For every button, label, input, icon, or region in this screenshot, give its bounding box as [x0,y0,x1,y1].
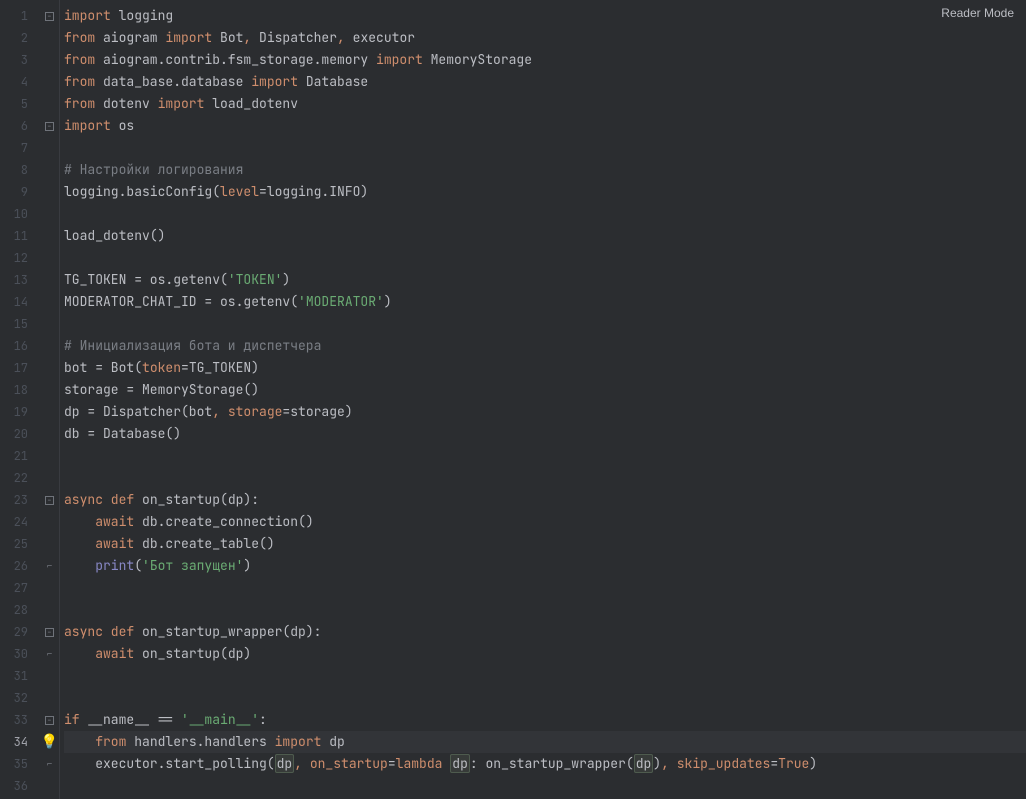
line-number: 5 [0,93,40,115]
line-number: 11 [0,225,40,247]
code-line[interactable]: db = Database() [64,423,1026,445]
code-line[interactable]: print('Бот запущен') [64,555,1026,577]
code-line[interactable]: # Инициализация бота и диспетчера [64,335,1026,357]
code-line[interactable]: executor.start_polling(dp, on_startup=la… [64,753,1026,775]
line-number: 17 [0,357,40,379]
line-number: 24 [0,511,40,533]
code-line[interactable] [64,247,1026,269]
line-number: 20 [0,423,40,445]
intention-bulb-icon[interactable]: 💡 [41,733,58,751]
line-number: 25 [0,533,40,555]
line-number: 4 [0,71,40,93]
line-number: 14 [0,291,40,313]
line-number: 33 [0,709,40,731]
code-line[interactable] [64,775,1026,797]
code-line[interactable]: async def on_startup(dp): [64,489,1026,511]
code-line[interactable] [64,313,1026,335]
line-number: 29 [0,621,40,643]
code-line[interactable]: bot = Bot(token=TG_TOKEN) [64,357,1026,379]
line-number: 16 [0,335,40,357]
code-line[interactable]: if __name__ == '__main__': [64,709,1026,731]
code-line[interactable]: from aiogram import Bot, Dispatcher, exe… [64,27,1026,49]
code-line[interactable]: from aiogram.contrib.fsm_storage.memory … [64,49,1026,71]
code-editor[interactable]: 1 2 3 4 5 6 7 8 9 10 11 12 13 14 15 16 1… [0,0,1026,799]
code-line[interactable]: storage = MemoryStorage() [64,379,1026,401]
fold-marker-close[interactable]: ⌐ [40,753,59,775]
code-line[interactable]: dp = Dispatcher(bot, storage=storage) [64,401,1026,423]
code-line[interactable]: async def on_startup_wrapper(dp): [64,621,1026,643]
code-line[interactable]: from handlers.handlers import dp [64,731,1026,753]
code-line[interactable] [64,445,1026,467]
line-number: 22 [0,467,40,489]
line-number: 35 [0,753,40,775]
line-number: 3 [0,49,40,71]
code-line[interactable] [64,665,1026,687]
code-line[interactable]: import os [64,115,1026,137]
line-number: 6 [0,115,40,137]
code-line[interactable]: MODERATOR_CHAT_ID = os.getenv('MODERATOR… [64,291,1026,313]
line-number: 32 [0,687,40,709]
line-number: 12 [0,247,40,269]
line-number: 30 [0,643,40,665]
fold-marker-close[interactable]: ⌐ [40,643,59,665]
fold-marker[interactable]: − [40,709,59,731]
code-line[interactable]: import logging [64,5,1026,27]
code-line[interactable]: from dotenv import load_dotenv [64,93,1026,115]
fold-marker[interactable]: − [40,115,59,137]
code-line[interactable] [64,467,1026,489]
line-number: 9 [0,181,40,203]
code-line[interactable]: await on_startup(dp) [64,643,1026,665]
line-number: 15 [0,313,40,335]
code-line[interactable] [64,599,1026,621]
code-line[interactable]: await db.create_connection() [64,511,1026,533]
code-line[interactable]: # Настройки логирования [64,159,1026,181]
line-number: 19 [0,401,40,423]
line-number: 28 [0,599,40,621]
code-line[interactable] [64,577,1026,599]
line-number: 7 [0,137,40,159]
line-number: 36 [0,775,40,797]
reader-mode-label[interactable]: Reader Mode [941,6,1014,20]
code-line[interactable]: TG_TOKEN = os.getenv('TOKEN') [64,269,1026,291]
line-number: 31 [0,665,40,687]
fold-marker[interactable]: − [40,5,59,27]
line-number: 1 [0,5,40,27]
fold-marker[interactable]: − [40,621,59,643]
code-line[interactable]: logging.basicConfig(level=logging.INFO) [64,181,1026,203]
fold-column: − − − ⌐ − ⌐ − 💡 ⌐ [40,0,60,799]
line-number: 8 [0,159,40,181]
fold-marker[interactable]: − [40,489,59,511]
line-number: 21 [0,445,40,467]
line-number: 26 [0,555,40,577]
code-line[interactable] [64,137,1026,159]
code-line[interactable]: load_dotenv() [64,225,1026,247]
line-number: 10 [0,203,40,225]
code-line[interactable] [64,203,1026,225]
line-number: 27 [0,577,40,599]
code-line[interactable]: await db.create_table() [64,533,1026,555]
line-number: 34 [0,731,40,753]
fold-marker-close[interactable]: ⌐ [40,555,59,577]
line-number: 18 [0,379,40,401]
line-number-gutter: 1 2 3 4 5 6 7 8 9 10 11 12 13 14 15 16 1… [0,0,40,799]
code-line[interactable]: from data_base.database import Database [64,71,1026,93]
line-number: 2 [0,27,40,49]
code-area[interactable]: import logging from aiogram import Bot, … [60,0,1026,799]
line-number: 13 [0,269,40,291]
line-number: 23 [0,489,40,511]
code-line[interactable] [64,687,1026,709]
